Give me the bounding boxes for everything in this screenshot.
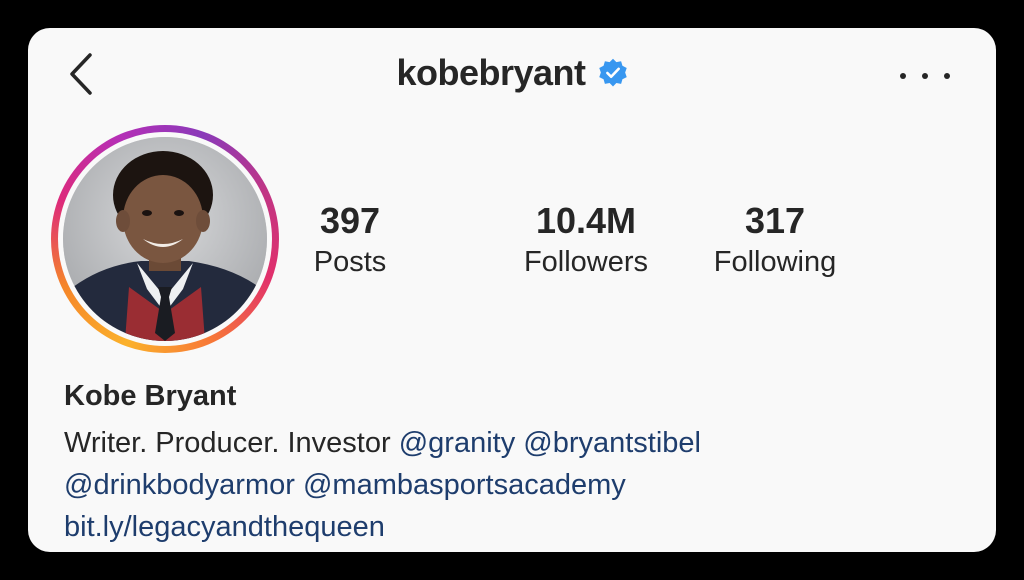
mention-link[interactable]: @bryantstibel <box>523 427 701 459</box>
bio: Writer. Producer. Investor @granity @bry… <box>64 422 964 548</box>
stat-value: 317 <box>744 200 806 241</box>
mention-link[interactable]: @granity <box>399 427 515 459</box>
profile-card: kobebryant 397 Posts 10.4M Followers 317… <box>28 28 996 552</box>
stat-label: Following <box>713 246 837 278</box>
more-horizontal-icon <box>900 73 906 79</box>
profile-photo <box>63 137 267 341</box>
avatar-gap <box>58 132 272 346</box>
verified-badge-icon <box>598 58 627 87</box>
stat-value: 397 <box>319 200 381 241</box>
stat-posts[interactable]: 397 Posts <box>314 200 387 279</box>
story-ring[interactable] <box>51 125 279 353</box>
mention-link[interactable]: @drinkbodyarmor <box>64 469 295 501</box>
mention-link[interactable]: @mambasportsacademy <box>303 469 626 501</box>
more-options-button[interactable] <box>900 66 950 86</box>
more-horizontal-icon <box>922 73 928 79</box>
stat-value: 10.4M <box>535 200 637 241</box>
stat-followers[interactable]: 10.4M Followers <box>524 200 648 279</box>
bio-website-link[interactable]: bit.ly/legacyandthequeen <box>64 511 385 543</box>
username: kobebryant <box>396 52 586 93</box>
stat-following[interactable]: 317 Following <box>714 200 837 279</box>
profile-header: kobebryant <box>28 52 996 94</box>
bio-text: Writer. Producer. Investor <box>64 427 391 459</box>
stat-label: Posts <box>313 246 387 278</box>
stat-label: Followers <box>523 246 649 278</box>
avatar <box>63 137 267 341</box>
full-name: Kobe Bryant <box>64 380 237 412</box>
more-horizontal-icon <box>944 73 950 79</box>
